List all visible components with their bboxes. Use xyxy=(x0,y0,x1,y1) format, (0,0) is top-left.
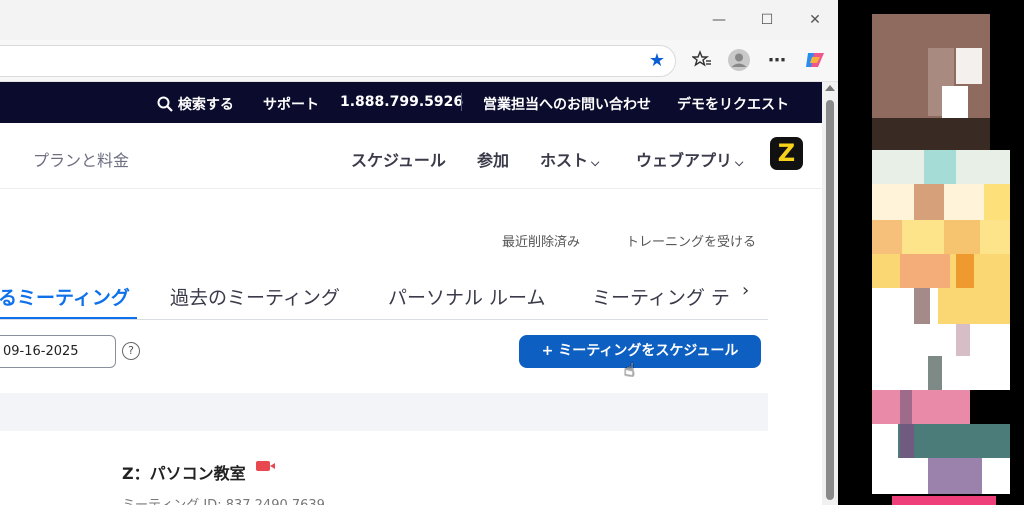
pixel-block xyxy=(956,324,970,356)
title-bar: — ☐ ✕ xyxy=(0,0,838,40)
nav-host[interactable]: ホスト ⌵ xyxy=(540,147,599,171)
favorites-icon[interactable] xyxy=(690,49,714,73)
browser-window: — ☐ ✕ ★ ⋯ 検索する サポート 1.888.799.5926 営業担当へ… xyxy=(0,0,838,505)
search-icon xyxy=(157,96,173,112)
pixel-block xyxy=(956,48,982,84)
star-filled-icon[interactable]: ★ xyxy=(645,49,669,73)
scroll-up-arrow-icon[interactable] xyxy=(825,85,835,91)
pixel-block xyxy=(900,424,914,458)
pixel-block xyxy=(938,288,1010,324)
tab-personal-room[interactable]: パーソナル ルーム xyxy=(388,283,545,310)
profile-icon[interactable] xyxy=(727,49,751,73)
active-tab-indicator xyxy=(0,317,137,319)
chevron-down-icon: ⌵ xyxy=(735,156,744,169)
maximize-button[interactable]: ☐ xyxy=(752,8,782,32)
pixel-block xyxy=(924,150,956,184)
request-demo-link[interactable]: デモをリクエスト xyxy=(677,94,789,114)
pixel-block xyxy=(914,288,930,324)
pixel-block xyxy=(956,254,974,288)
pixel-block xyxy=(872,118,990,150)
zoom-app-logo[interactable]: Z xyxy=(770,137,803,170)
meeting-id: ミーティング ID: 837 2490 7639 xyxy=(122,494,325,505)
pixel-block xyxy=(942,86,968,118)
pixel-block xyxy=(984,184,1010,220)
nav-web-app-label: ウェブアプリ xyxy=(636,151,733,170)
main-navigation: プランと料金 スケジュール 参加 ホスト ⌵ ウェブアプリ ⌵ Z xyxy=(0,123,822,189)
tab-upcoming-meetings[interactable]: るミーティング xyxy=(0,283,130,310)
scrollbar[interactable] xyxy=(822,82,838,505)
phone-link[interactable]: 1.888.799.5926 xyxy=(340,94,463,110)
search-label: 検索する xyxy=(177,97,234,113)
pixel-block xyxy=(900,254,950,288)
chevron-right-icon[interactable]: › xyxy=(742,280,749,301)
support-link[interactable]: サポート xyxy=(263,94,319,114)
date-field[interactable]: 09-16-2025 xyxy=(0,335,116,368)
pixel-block xyxy=(892,496,996,505)
more-icon[interactable]: ⋯ xyxy=(765,49,789,73)
nav-join[interactable]: 参加 xyxy=(477,147,509,171)
meeting-tabs: るミーティング 過去のミーティング パーソナル ルーム ミーティング テ › xyxy=(0,270,768,320)
meeting-title[interactable]: Z：パソコン教室 xyxy=(122,460,246,484)
pixel-block xyxy=(928,458,982,494)
nav-schedule[interactable]: スケジュール xyxy=(351,147,446,171)
scrollbar-thumb[interactable] xyxy=(826,100,834,500)
recently-deleted-link[interactable]: 最近削除済み xyxy=(502,231,580,250)
pixel-block xyxy=(944,220,980,254)
close-button[interactable]: ✕ xyxy=(800,8,830,32)
address-bar[interactable]: ★ xyxy=(0,45,676,77)
browser-toolbar: ★ ⋯ xyxy=(0,40,838,82)
help-icon[interactable]: ? xyxy=(122,342,140,360)
contact-sales-link[interactable]: 営業担当へのお問い合わせ xyxy=(483,94,651,114)
blurred-video-panel xyxy=(838,0,1024,505)
pixel-block xyxy=(872,390,970,424)
tab-meeting-templates[interactable]: ミーティング テ xyxy=(592,283,730,310)
pixel-block xyxy=(900,390,912,424)
video-camera-icon xyxy=(256,461,275,471)
nav-web-app[interactable]: ウェブアプリ ⌵ xyxy=(636,147,743,171)
nav-plans-pricing[interactable]: プランと料金 xyxy=(33,147,129,171)
search-link[interactable]: 検索する xyxy=(157,94,234,114)
nav-host-label: ホスト xyxy=(540,151,589,170)
tab-previous-meetings[interactable]: 過去のミーティング xyxy=(170,283,340,310)
pixel-block xyxy=(872,220,902,254)
date-header-band xyxy=(0,393,768,431)
get-training-link[interactable]: トレーニングを受ける xyxy=(626,231,756,250)
divider xyxy=(461,93,462,111)
minimize-button[interactable]: — xyxy=(704,8,734,32)
chevron-down-icon: ⌵ xyxy=(591,156,600,169)
pixel-block xyxy=(928,356,942,390)
schedule-meeting-button[interactable]: + ミーティングをスケジュール xyxy=(519,335,761,368)
hand-cursor-icon: ☝ xyxy=(624,360,635,381)
pixel-block xyxy=(872,424,898,458)
top-utility-bar: 検索する サポート 1.888.799.5926 営業担当へのお問い合わせ デモ… xyxy=(0,82,822,123)
copilot-icon[interactable] xyxy=(803,49,827,73)
pixel-block xyxy=(914,184,944,220)
